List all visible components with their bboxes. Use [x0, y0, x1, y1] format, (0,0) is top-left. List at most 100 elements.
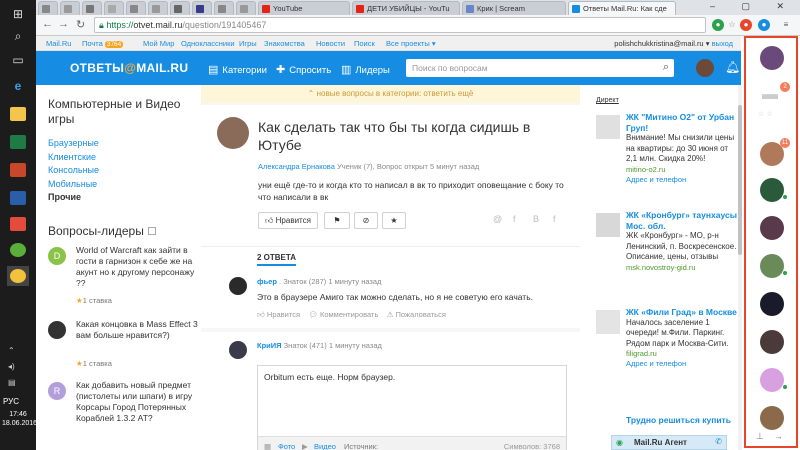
tray-chevron-icon[interactable]: ⌃: [8, 346, 15, 355]
reply-text[interactable]: Orbitum есть еще. Норм браузер.: [264, 372, 395, 382]
tab-deti[interactable]: ДЕТИ УБИЙЦЫ - YouTu: [352, 1, 460, 15]
ad-sub-link[interactable]: Адрес и телефон: [626, 175, 738, 185]
ad-sub-link[interactable]: Адрес и телефон: [626, 359, 738, 369]
portal-link-games[interactable]: Игры: [239, 39, 257, 48]
logout-link[interactable]: выход: [712, 39, 733, 48]
ad-item[interactable]: ЖК «Кронбург» таунхаусы Мос. обл. ЖК «Кр…: [626, 210, 738, 273]
answer-author[interactable]: фьер: [257, 277, 277, 286]
ad-item[interactable]: ЖК «Фили Град» в Москве Началось заселен…: [626, 307, 738, 369]
star-button[interactable]: ★: [382, 212, 406, 229]
share-facebook-icon[interactable]: f: [553, 214, 556, 224]
ad-title[interactable]: ЖК «Кронбург» таунхаусы Мос. обл.: [626, 210, 738, 231]
utorrent-icon[interactable]: [7, 240, 29, 260]
forward-icon[interactable]: →: [58, 18, 69, 30]
leader-question-text[interactable]: Какая концовка в Mass Effect 3 вам больш…: [76, 319, 198, 341]
language-indicator[interactable]: РУС: [3, 397, 19, 406]
page-scrollbar[interactable]: [738, 85, 742, 450]
bookmark-button[interactable]: ⚑: [324, 212, 350, 229]
window-controls[interactable]: – ▢ ✕: [710, 1, 796, 12]
share-vk-icon[interactable]: B: [533, 214, 539, 224]
portal-link-mailru[interactable]: Mail.Ru: [46, 39, 71, 48]
photo-link[interactable]: Фото: [278, 442, 295, 450]
leader-question[interactable]: D World of Warcraft как зайти в гости в …: [48, 245, 198, 305]
search-icon[interactable]: ⌕: [663, 61, 669, 74]
panel-controls[interactable]: ⊥→: [756, 431, 793, 442]
nav-categories[interactable]: ▤ Категории: [208, 63, 267, 76]
comment-link[interactable]: 💬︎ Комментировать: [308, 310, 378, 319]
leader-question-text[interactable]: World of Warcraft как зайти в гости в га…: [76, 245, 198, 289]
leaders-toggle-icon[interactable]: [147, 227, 156, 235]
reply-editor[interactable]: Orbitum есть еще. Норм браузер. ▦ Фото ▶…: [257, 365, 567, 450]
source-label[interactable]: Источник:: [344, 442, 378, 450]
portal-link-news[interactable]: Новости: [316, 39, 345, 48]
author-name[interactable]: Александра Ернакова: [258, 162, 335, 171]
block-button[interactable]: ⊘: [354, 212, 378, 229]
portal-link-dating[interactable]: Знакомства: [264, 39, 305, 48]
ad-title[interactable]: Трудно решиться купить: [626, 415, 738, 426]
tab-pinned-8[interactable]: [192, 1, 212, 15]
task-view-icon[interactable]: ▭: [7, 50, 29, 70]
avatar[interactable]: [229, 341, 247, 359]
volume-icon[interactable]: ◂): [8, 362, 15, 371]
share-ok-icon[interactable]: f: [513, 214, 516, 224]
answer-author[interactable]: КриИЯ: [257, 341, 282, 350]
file-explorer-icon[interactable]: [7, 104, 29, 124]
collapse-icon[interactable]: →: [774, 431, 793, 441]
profile-icon[interactable]: ●: [758, 19, 770, 31]
back-icon[interactable]: ←: [42, 18, 53, 30]
avatar[interactable]: [760, 46, 784, 70]
leader-question[interactable]: R Как добавить новый предмет (пистолеты …: [48, 380, 198, 440]
tab-otvety-active[interactable]: Ответы Mail.Ru: Как сде: [568, 1, 676, 15]
ad-image[interactable]: [596, 213, 620, 237]
search-icon[interactable]: ⌕: [7, 26, 29, 46]
mailru-agent-bar[interactable]: ◉ Mail.Ru Агент ✆: [611, 435, 727, 450]
word-icon[interactable]: [7, 188, 29, 208]
scrollbar-thumb[interactable]: [738, 105, 742, 255]
avatar[interactable]: [760, 330, 784, 354]
ad-item[interactable]: Трудно решиться купить: [626, 415, 738, 426]
portal-link-myworld[interactable]: Мой Мир: [143, 39, 174, 48]
share-mail-icon[interactable]: @: [493, 214, 502, 224]
subcat-console[interactable]: Консольные: [48, 164, 99, 178]
reload-icon[interactable]: ↻: [76, 18, 85, 31]
avatar[interactable]: [760, 406, 784, 430]
avatar[interactable]: [229, 277, 247, 295]
clock[interactable]: 17:46 18.06.2016: [2, 410, 37, 428]
ad-image[interactable]: [596, 310, 620, 334]
ad-title[interactable]: ЖК "Митино О2" от Урбан Груп!: [626, 112, 738, 133]
image-icon[interactable]: ▦: [264, 442, 271, 450]
avatar[interactable]: [760, 292, 784, 316]
ad-url[interactable]: msk.novostroy-gid.ru: [626, 263, 738, 273]
ad-url[interactable]: mitino-o2.ru: [626, 165, 738, 175]
address-bar[interactable]: 🔒︎ https://otvet.mail.ru/question/191405…: [94, 17, 706, 33]
user-avatar[interactable]: [696, 59, 714, 77]
tab-pinned-10[interactable]: [236, 1, 256, 15]
subcat-mobile[interactable]: Мобильные: [48, 178, 99, 192]
excel-icon[interactable]: [7, 132, 29, 152]
tab-pinned-3[interactable]: [82, 1, 102, 15]
report-link[interactable]: ⚠ Пожаловаться: [387, 310, 446, 319]
subcat-client[interactable]: Клиентские: [48, 151, 99, 165]
site-logo[interactable]: ОТВЕТЫ@MAIL.RU: [70, 61, 188, 75]
chat-icon[interactable]: ▬: [762, 86, 778, 104]
new-questions-banner[interactable]: ⌃ новые вопросы в категории: ответить ещ…: [201, 85, 580, 103]
avatar[interactable]: [760, 178, 784, 202]
nav-leaders[interactable]: ▥ Лидеры: [341, 63, 390, 76]
chrome-icon[interactable]: [7, 266, 29, 286]
author-avatar[interactable]: [217, 117, 249, 149]
tab-pinned-5[interactable]: [126, 1, 146, 15]
avatar[interactable]: [760, 254, 784, 278]
extension-red-icon[interactable]: ●: [740, 19, 752, 31]
video-icon[interactable]: ▶: [302, 442, 308, 450]
favorites-icon[interactable]: ☆ ☆: [758, 110, 773, 118]
tab-pinned-1[interactable]: [38, 1, 58, 15]
tab-pinned-4[interactable]: [104, 1, 124, 15]
powerpoint-icon[interactable]: [7, 160, 29, 180]
ad-url[interactable]: filigrad.ru: [626, 349, 738, 359]
edge-icon[interactable]: e: [7, 76, 29, 96]
nav-ask[interactable]: ✚ Спросить: [276, 63, 331, 76]
subcat-other-current[interactable]: Прочие: [48, 191, 99, 205]
tab-pinned-2[interactable]: [60, 1, 80, 15]
bookmark-star-icon[interactable]: ☆: [726, 19, 738, 31]
tab-pinned-6[interactable]: [148, 1, 168, 15]
